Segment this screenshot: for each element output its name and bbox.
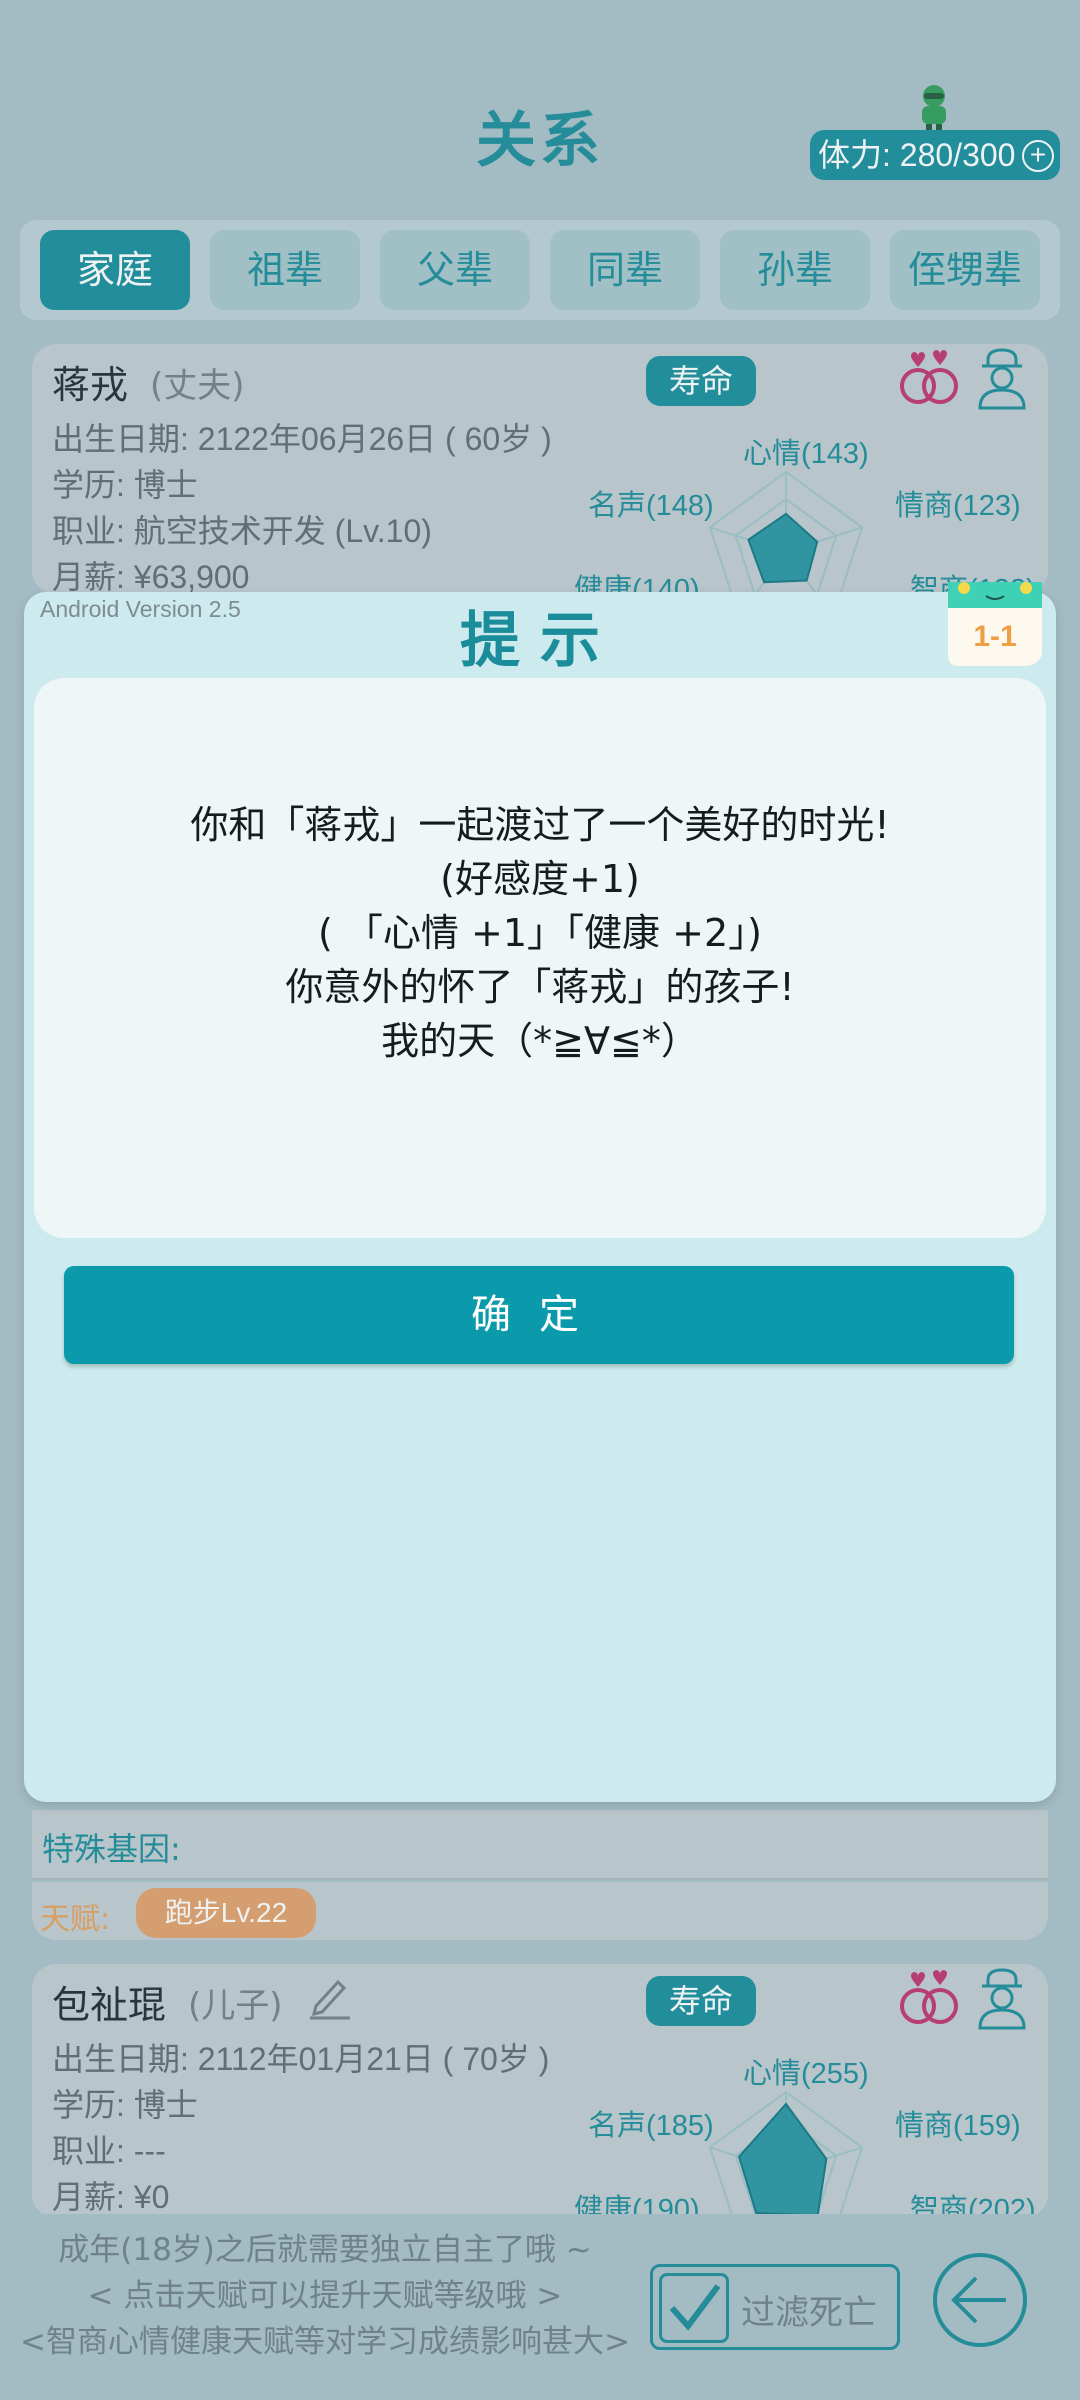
message-line-3: ( 「心情 +1」「健康 +2」) (318, 911, 762, 955)
confirm-button[interactable]: 确定 (64, 1266, 1014, 1364)
message-line-1: 你和「蒋戎」一起渡过了一个美好的时光! (190, 803, 890, 847)
dialog-title: 提示 (460, 606, 620, 676)
calendar-date: 1-1 (973, 620, 1016, 653)
message-line-5: 我的天（*≧∀≦*） (381, 1019, 699, 1063)
message-line-4: 你意外的怀了「蒋戎」的孩子! (285, 965, 795, 1009)
dialog-message-box: 你和「蒋戎」一起渡过了一个美好的时光! (好感度+1) ( 「心情 +1」「健康… (34, 678, 1046, 1238)
tip-dialog: Android Version 2.5 提示 1-1 你和「蒋戎」一起渡过了一个… (24, 582, 1056, 1802)
message-line-2: (好感度+1) (440, 857, 640, 901)
calendar-date-icon: 1-1 (948, 582, 1042, 666)
